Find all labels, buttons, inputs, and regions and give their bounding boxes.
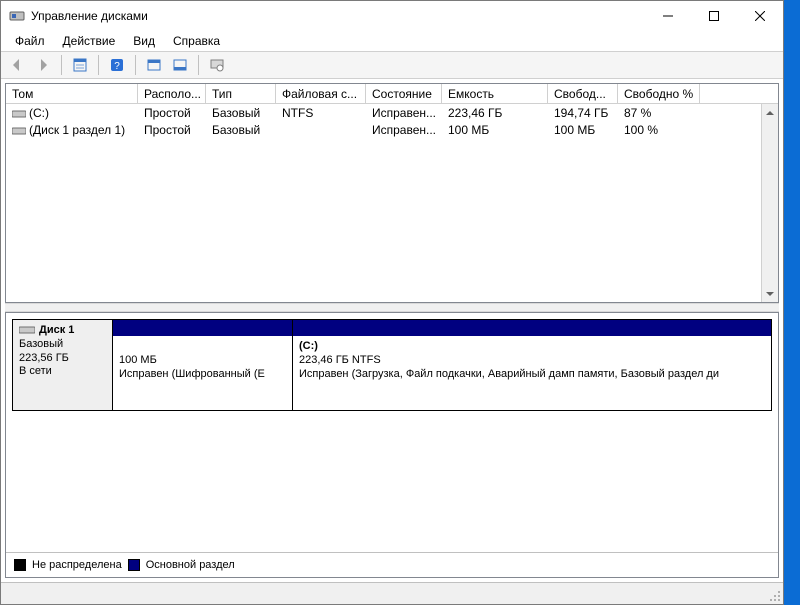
volume-name: (Диск 1 раздел 1) [29, 123, 125, 137]
toolbar-settings-bottom-button[interactable] [168, 54, 192, 76]
menu-file[interactable]: Файл [7, 32, 53, 50]
pane-splitter[interactable] [5, 303, 779, 312]
legend-unallocated: Не распределена [32, 559, 122, 571]
partition-status: Исправен (Шифрованный (E [119, 368, 286, 382]
col-header-freepct[interactable]: Свободно % [618, 84, 700, 103]
titlebar[interactable]: Управление дисками [1, 1, 783, 31]
legend: Не распределена Основной раздел [6, 552, 778, 577]
partition-size: 223,46 ГБ NTFS [299, 354, 765, 368]
volume-freepct: 100 % [618, 123, 700, 137]
window-title: Управление дисками [31, 9, 148, 23]
disk-status: В сети [19, 365, 106, 379]
volume-fs: NTFS [276, 106, 366, 120]
disk-graphic-pane: Диск 1 Базовый 223,56 ГБ В сети 100 МБ И… [5, 312, 779, 578]
legend-primary: Основной раздел [146, 559, 235, 571]
help-button[interactable]: ? [105, 54, 129, 76]
drive-icon [12, 125, 26, 135]
col-header-capacity[interactable]: Емкость [442, 84, 548, 103]
volume-freepct: 87 % [618, 106, 700, 120]
menu-help[interactable]: Справка [165, 32, 228, 50]
scroll-down-icon[interactable] [762, 285, 778, 302]
svg-text:?: ? [114, 61, 120, 72]
volume-free: 100 МБ [548, 123, 618, 137]
volume-layout: Простой [138, 123, 206, 137]
content-area: Том Располо... Тип Файловая с... Состоян… [1, 79, 783, 582]
toolbar-view-button[interactable] [68, 54, 92, 76]
drive-icon [12, 108, 26, 118]
back-button[interactable] [5, 54, 29, 76]
menu-view[interactable]: Вид [125, 32, 163, 50]
statusbar [1, 582, 783, 604]
col-header-free[interactable]: Свобод... [548, 84, 618, 103]
disk-management-window: Управление дисками Файл Действие Вид Спр… [0, 0, 784, 605]
volume-columns-header: Том Располо... Тип Файловая с... Состоян… [6, 84, 778, 104]
col-header-filesystem[interactable]: Файловая с... [276, 84, 366, 103]
disk-icon [19, 325, 35, 335]
col-header-layout[interactable]: Располо... [138, 84, 206, 103]
volume-capacity: 223,46 ГБ [442, 106, 548, 120]
col-header-type[interactable]: Тип [206, 84, 276, 103]
volume-row[interactable]: (Диск 1 раздел 1) Простой Базовый Исправ… [6, 121, 778, 138]
volume-rows: (C:) Простой Базовый NTFS Исправен... 22… [6, 104, 778, 302]
partition-title: (C:) [299, 340, 765, 354]
volume-list-pane: Том Располо... Тип Файловая с... Состоян… [5, 83, 779, 303]
toolbar-properties-button[interactable] [205, 54, 229, 76]
partition-size: 100 МБ [119, 354, 286, 368]
toolbar-settings-top-button[interactable] [142, 54, 166, 76]
toolbar: ? [1, 51, 783, 79]
maximize-button[interactable] [691, 1, 737, 31]
disk-block: Диск 1 Базовый 223,56 ГБ В сети 100 МБ И… [12, 319, 772, 411]
volume-type: Базовый [206, 123, 276, 137]
disk-size: 223,56 ГБ [19, 352, 106, 366]
partition-header-bar [113, 320, 292, 336]
disk-type: Базовый [19, 338, 106, 352]
col-header-status[interactable]: Состояние [366, 84, 442, 103]
minimize-button[interactable] [645, 1, 691, 31]
scroll-up-icon[interactable] [762, 104, 778, 121]
close-button[interactable] [737, 1, 783, 31]
col-header-rest[interactable] [700, 84, 778, 103]
volume-status: Исправен... [366, 123, 442, 137]
volume-type: Базовый [206, 106, 276, 120]
volume-free: 194,74 ГБ [548, 106, 618, 120]
volume-capacity: 100 МБ [442, 123, 548, 137]
legend-swatch-unallocated [14, 559, 26, 571]
partition-header-bar [293, 320, 771, 336]
partition-block[interactable]: (C:) 223,46 ГБ NTFS Исправен (Загрузка, … [293, 320, 771, 410]
menubar: Файл Действие Вид Справка [1, 31, 783, 51]
col-header-volume[interactable]: Том [6, 84, 138, 103]
partition-status: Исправен (Загрузка, Файл подкачки, Авари… [299, 368, 765, 382]
volume-row[interactable]: (C:) Простой Базовый NTFS Исправен... 22… [6, 104, 778, 121]
forward-button[interactable] [31, 54, 55, 76]
volume-scrollbar[interactable] [761, 104, 778, 302]
disk-label[interactable]: Диск 1 Базовый 223,56 ГБ В сети [13, 320, 113, 410]
menu-action[interactable]: Действие [55, 32, 124, 50]
volume-status: Исправен... [366, 106, 442, 120]
legend-swatch-primary [128, 559, 140, 571]
volume-name: (C:) [29, 106, 49, 120]
app-icon [9, 8, 25, 24]
resize-grip-icon[interactable] [767, 588, 781, 602]
partition-block[interactable]: 100 МБ Исправен (Шифрованный (E [113, 320, 293, 410]
volume-layout: Простой [138, 106, 206, 120]
disk-name: Диск 1 [39, 324, 74, 336]
